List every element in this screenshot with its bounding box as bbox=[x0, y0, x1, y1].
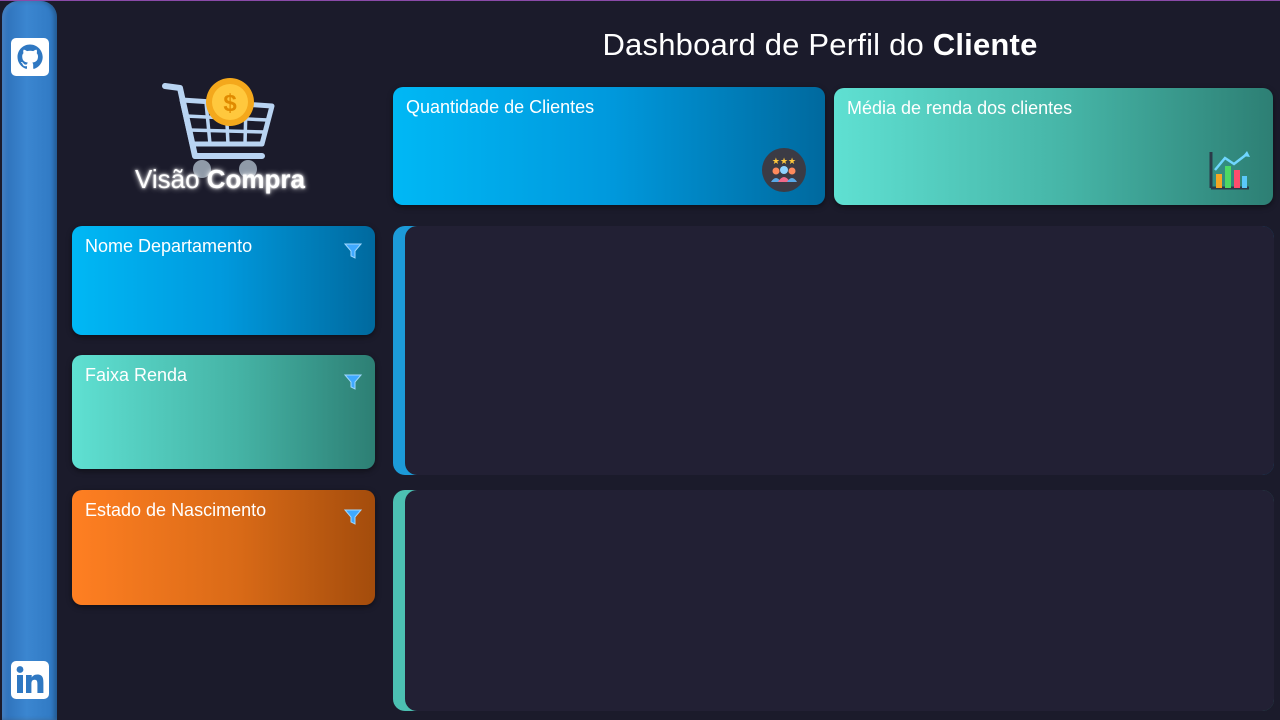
svg-text:$: $ bbox=[223, 90, 237, 117]
logo-text-regular: Visão bbox=[134, 164, 207, 194]
page-title-bold: Cliente bbox=[932, 27, 1038, 62]
filter-card-income-range[interactable]: Faixa Renda bbox=[72, 355, 375, 469]
visual-panel-top[interactable] bbox=[393, 226, 1274, 475]
visual-panel-top-body bbox=[405, 226, 1274, 475]
page-title: Dashboard de Perfil do Cliente bbox=[560, 27, 1080, 63]
filter-label: Faixa Renda bbox=[85, 365, 188, 385]
filter-label: Nome Departamento bbox=[85, 236, 253, 256]
bar-chart-trend-icon bbox=[1209, 151, 1250, 190]
customers-rating-icon: ★★★ bbox=[762, 148, 806, 192]
visual-panel-bottom-body bbox=[405, 490, 1274, 711]
logo: $ Visão Compra bbox=[120, 76, 320, 206]
visual-panel-bottom[interactable] bbox=[393, 490, 1274, 711]
filter-label: Estado de Nascimento bbox=[85, 500, 267, 520]
filter-card-department[interactable]: Nome Departamento bbox=[72, 226, 375, 335]
kpi-card-customers[interactable]: Quantidade de Clientes ★★★ bbox=[393, 87, 825, 205]
filter-icon[interactable] bbox=[344, 508, 362, 526]
kpi-card-average-income[interactable]: Média de renda dos clientes bbox=[834, 88, 1273, 205]
kpi-label: Média de renda dos clientes bbox=[847, 98, 1073, 118]
page-title-regular: Dashboard de Perfil do bbox=[602, 27, 933, 62]
filter-icon[interactable] bbox=[344, 242, 362, 260]
sidebar bbox=[2, 1, 57, 720]
filter-card-birth-state[interactable]: Estado de Nascimento bbox=[72, 490, 375, 605]
top-accent-line bbox=[0, 0, 1280, 1]
logo-text-bold: Compra bbox=[206, 164, 306, 194]
github-icon[interactable] bbox=[11, 38, 49, 76]
filter-icon[interactable] bbox=[344, 373, 362, 391]
logo-text: Visão Compra bbox=[120, 164, 320, 195]
linkedin-icon[interactable] bbox=[11, 661, 49, 699]
svg-text:★★★: ★★★ bbox=[772, 157, 796, 167]
kpi-label: Quantidade de Clientes bbox=[406, 97, 595, 117]
